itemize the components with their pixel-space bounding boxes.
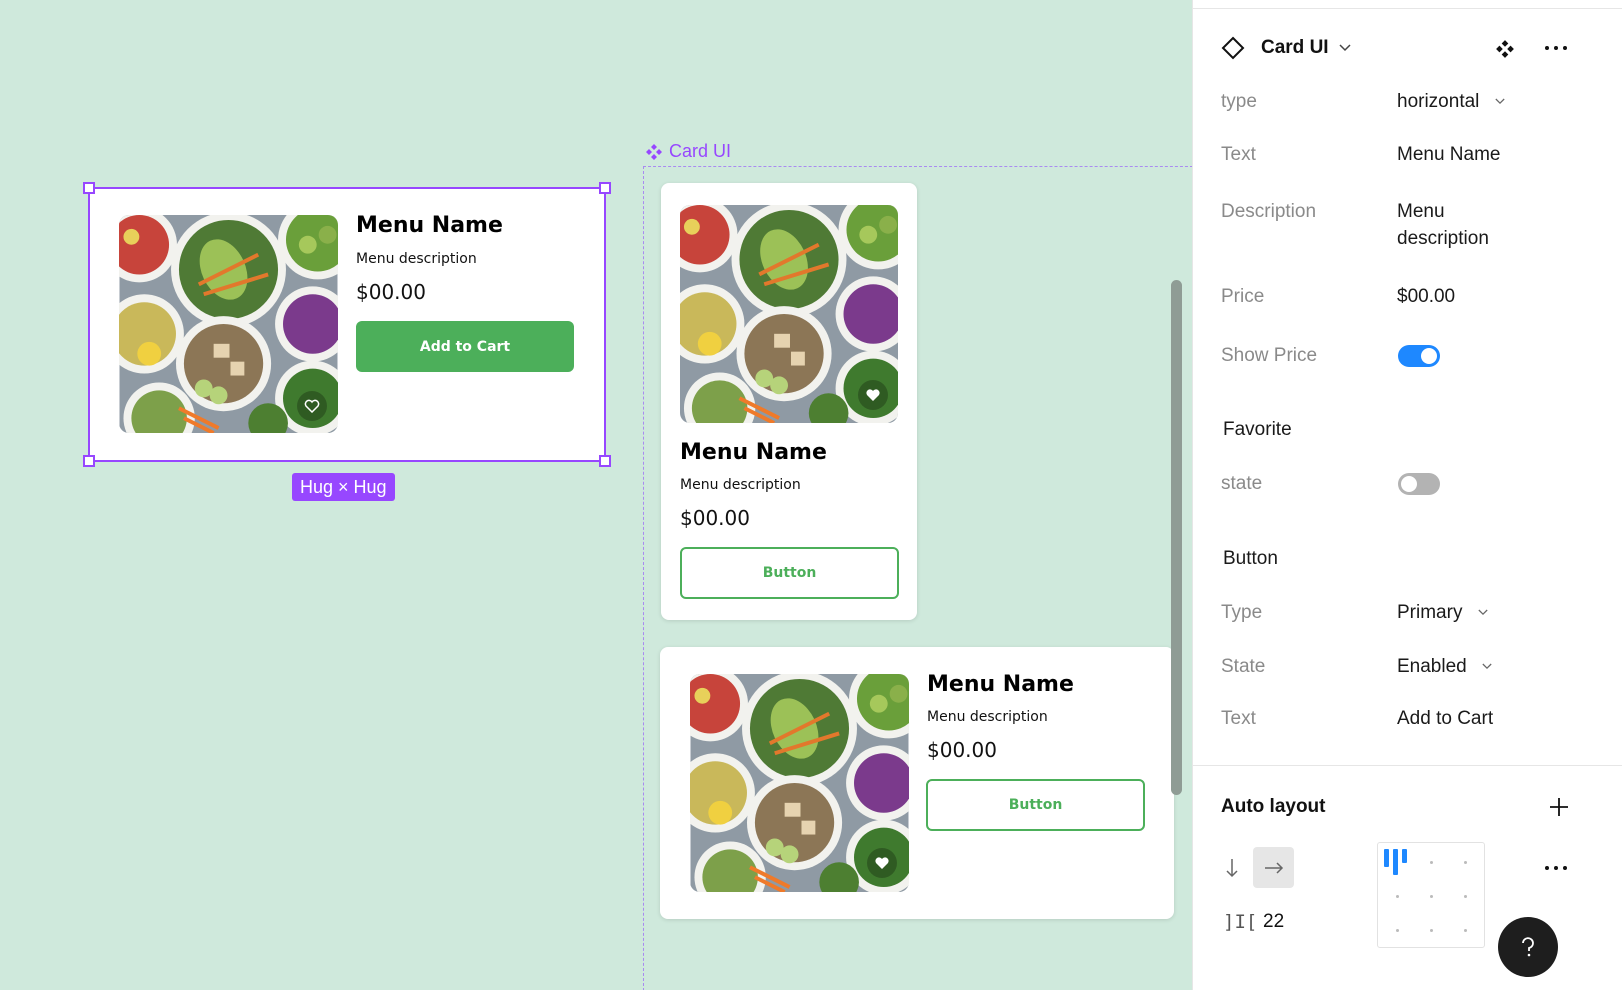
menu-description: Menu description (927, 709, 1048, 725)
component-set-name: Card UI (669, 141, 732, 161)
resize-handle-br[interactable] (599, 455, 611, 467)
prop-type-select[interactable]: horizontal (1397, 91, 1505, 113)
selection-outline (88, 187, 606, 462)
component-name: Card UI (1261, 37, 1329, 58)
show-price-toggle[interactable] (1398, 345, 1440, 367)
horizontal-card[interactable]: Menu Name Menu description $00.00 Button (660, 647, 1174, 919)
more-options-icon[interactable] (1545, 46, 1567, 50)
menu-name: Menu Name (680, 440, 827, 465)
vertical-card[interactable]: Menu Name Menu description $00.00 Button (661, 183, 917, 620)
align-dot (1396, 929, 1399, 932)
arrow-right-icon (1264, 861, 1283, 874)
prop-text-value[interactable]: Menu Name (1397, 144, 1501, 166)
go-to-main-component-icon[interactable] (1495, 39, 1515, 59)
align-dot (1464, 895, 1467, 898)
button-text-value[interactable]: Add to Cart (1397, 708, 1493, 730)
card-button[interactable]: Button (926, 779, 1145, 831)
prop-description-line1[interactable]: Menu (1397, 201, 1445, 223)
align-dot (1396, 895, 1399, 898)
alignment-grid[interactable] (1377, 842, 1485, 948)
menu-price: $00.00 (680, 506, 750, 530)
gap-icon: ]I[ (1223, 911, 1258, 933)
panel-top-divider (1193, 8, 1622, 9)
resize-handle-tr[interactable] (599, 182, 611, 194)
menu-name: Menu Name (927, 672, 1074, 697)
align-dot (1430, 895, 1433, 898)
prop-show-price-label: Show Price (1221, 345, 1318, 366)
button-type-value: Primary (1397, 602, 1463, 623)
prop-price-value[interactable]: $00.00 (1397, 286, 1455, 308)
favorite-section-title: Favorite (1223, 419, 1292, 440)
arrow-down-icon[interactable] (1225, 857, 1239, 879)
chevron-down-icon (1478, 610, 1488, 616)
size-badge: Hug × Hug (292, 473, 395, 501)
alignment-indicator-icon (1384, 849, 1412, 875)
align-dot (1430, 861, 1433, 864)
menu-price: $00.00 (927, 738, 997, 762)
prop-price-label: Price (1221, 286, 1265, 307)
button-type-label: Type (1221, 602, 1263, 623)
chevron-down-icon (1495, 99, 1505, 105)
gap-value[interactable]: 22 (1263, 911, 1284, 933)
card-button[interactable]: Button (680, 547, 899, 599)
button-state-label: State (1221, 656, 1266, 677)
button-state-value: Enabled (1397, 656, 1467, 677)
component-header[interactable]: Card UI (1221, 36, 1351, 60)
align-dot (1430, 929, 1433, 932)
align-dot (1464, 861, 1467, 864)
button-type-select[interactable]: Primary (1397, 602, 1488, 624)
canvas-scrollbar[interactable] (1171, 280, 1182, 795)
menu-description: Menu description (680, 477, 801, 493)
help-icon (1522, 937, 1534, 957)
button-text-label: Text (1221, 708, 1256, 729)
component-icon (646, 143, 662, 160)
heart-filled-icon[interactable] (858, 380, 888, 410)
direction-horizontal-button[interactable] (1253, 847, 1294, 888)
chevron-down-icon (1482, 664, 1492, 670)
toggle-knob (1421, 348, 1437, 364)
chevron-down-icon[interactable] (1339, 44, 1351, 52)
favorite-state-label: state (1221, 473, 1263, 494)
prop-text-label: Text (1221, 144, 1256, 165)
toggle-knob (1401, 476, 1417, 492)
section-divider (1193, 765, 1622, 766)
auto-layout-title: Auto layout (1221, 796, 1326, 817)
button-section-title: Button (1223, 548, 1278, 569)
component-set-label[interactable]: Card UI (645, 141, 731, 162)
align-dot (1464, 929, 1467, 932)
component-instance-icon (1221, 36, 1245, 60)
properties-panel: Card UI type horizontal Text Menu Name D… (1192, 0, 1622, 990)
prop-type-value: horizontal (1397, 91, 1480, 112)
favorite-state-toggle[interactable] (1398, 473, 1440, 495)
prop-type-label: type (1221, 91, 1257, 112)
prop-description-label: Description (1221, 201, 1317, 222)
resize-handle-bl[interactable] (83, 455, 95, 467)
auto-layout-more-icon[interactable] (1545, 866, 1567, 870)
resize-handle-tl[interactable] (83, 182, 95, 194)
heart-filled-icon[interactable] (867, 848, 897, 878)
help-button[interactable] (1498, 917, 1558, 977)
add-icon[interactable] (1549, 797, 1569, 817)
button-state-select[interactable]: Enabled (1397, 656, 1492, 678)
prop-description-line2[interactable]: description (1397, 228, 1489, 250)
